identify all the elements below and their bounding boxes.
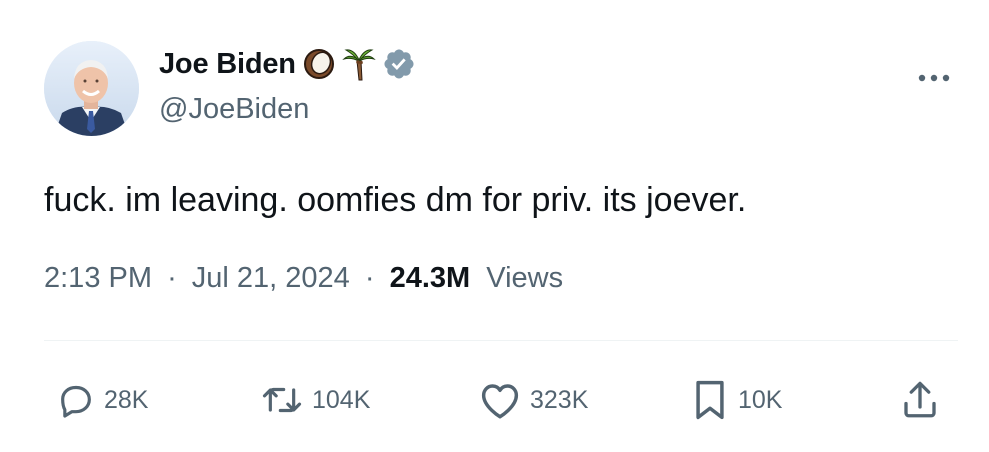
meta-separator: ·: [364, 262, 375, 294]
tweet-text: fuck. im leaving. oomfies dm for priv. i…: [44, 181, 747, 219]
reply-button[interactable]: 28K: [56, 378, 148, 422]
tweet-time[interactable]: 2:13 PM: [44, 262, 152, 294]
bookmark-button[interactable]: 10K: [690, 378, 782, 422]
divider: [44, 340, 958, 341]
tweet-card: Joe Biden @JoeBiden fuck. im leaving. oo…: [0, 0, 989, 452]
more-icon: [918, 74, 950, 82]
more-button[interactable]: [910, 60, 958, 96]
author-name-row: Joe Biden: [159, 44, 416, 84]
tweet-meta: 2:13 PM · Jul 21, 2024 · 24.3M Views: [44, 258, 563, 298]
bookmark-icon: [696, 380, 724, 420]
avatar[interactable]: [44, 41, 139, 136]
share-button[interactable]: [900, 378, 940, 422]
retweet-button[interactable]: 104K: [260, 378, 370, 422]
retweet-icon: [262, 387, 302, 413]
palm-tree-icon: [342, 47, 376, 81]
like-count: 323K: [530, 385, 589, 414]
retweet-count: 104K: [312, 385, 371, 414]
author-handle[interactable]: @JoeBiden: [159, 93, 309, 126]
views-label: Views: [486, 262, 564, 294]
reply-icon: [61, 385, 91, 418]
bookmark-count: 10K: [738, 385, 783, 414]
coconut-icon: [302, 47, 336, 81]
heart-icon: [481, 384, 519, 419]
reply-count: 28K: [104, 385, 149, 414]
verified-badge-icon[interactable]: [382, 47, 416, 81]
meta-separator: ·: [167, 262, 177, 294]
tweet-date[interactable]: Jul 21, 2024: [192, 262, 350, 294]
views-count: 24.3M: [389, 262, 471, 294]
author-display-name[interactable]: Joe Biden: [159, 48, 296, 81]
share-icon: [904, 381, 936, 418]
like-button[interactable]: 323K: [478, 378, 588, 422]
